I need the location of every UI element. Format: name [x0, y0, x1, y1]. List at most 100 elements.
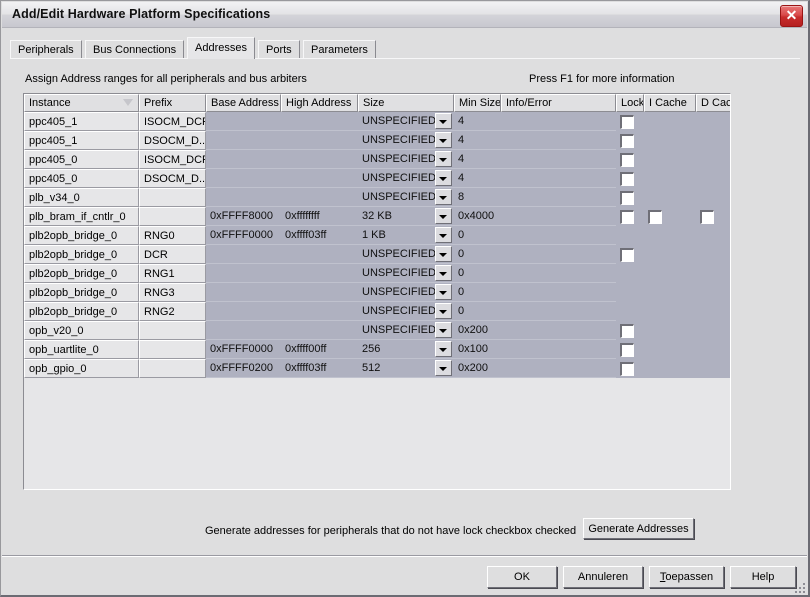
cell-instance[interactable]: plb2opb_bridge_0	[24, 226, 139, 245]
cell-high-address[interactable]	[281, 321, 358, 340]
cell-base-address[interactable]	[206, 112, 281, 131]
size-dropdown-button[interactable]	[435, 246, 452, 262]
cell-instance[interactable]: plb2opb_bridge_0	[24, 264, 139, 283]
cell-info-error[interactable]	[501, 340, 616, 359]
cell-high-address[interactable]	[281, 188, 358, 207]
cell-prefix[interactable]: DSOCM_D...	[139, 131, 206, 150]
size-dropdown-button[interactable]	[435, 170, 452, 186]
size-dropdown-button[interactable]	[435, 189, 452, 205]
column-header-instance[interactable]: Instance	[24, 94, 139, 112]
size-dropdown-button[interactable]	[435, 322, 452, 338]
column-header-d-cache[interactable]: D Cache	[696, 94, 730, 112]
column-header-prefix[interactable]: Prefix	[139, 94, 206, 112]
cell-min-size[interactable]: 0x200	[454, 359, 501, 378]
size-dropdown-button[interactable]	[435, 341, 452, 357]
size-dropdown-button[interactable]	[435, 113, 452, 129]
table-row[interactable]: ppc405_0 DSOCM_D... UNSPECIFIED 4	[24, 169, 730, 188]
cell-prefix[interactable]	[139, 207, 206, 226]
column-header-size[interactable]: Size	[358, 94, 454, 112]
cell-min-size[interactable]: 4	[454, 169, 501, 188]
cell-high-address[interactable]: 0xffffffff	[281, 207, 358, 226]
cell-min-size[interactable]: 0x100	[454, 340, 501, 359]
lock-checkbox[interactable]	[620, 210, 634, 224]
cell-info-error[interactable]	[501, 226, 616, 245]
cell-instance[interactable]: plb2opb_bridge_0	[24, 302, 139, 321]
size-dropdown-button[interactable]	[435, 208, 452, 224]
lock-checkbox[interactable]	[620, 134, 634, 148]
size-dropdown-button[interactable]	[435, 227, 452, 243]
cell-base-address[interactable]	[206, 150, 281, 169]
close-button[interactable]: ✕	[780, 5, 803, 27]
cell-min-size[interactable]: 0x4000	[454, 207, 501, 226]
cell-base-address[interactable]	[206, 188, 281, 207]
cell-base-address[interactable]	[206, 321, 281, 340]
cell-instance[interactable]: ppc405_0	[24, 150, 139, 169]
cell-base-address[interactable]	[206, 131, 281, 150]
column-header-info-error[interactable]: Info/Error	[501, 94, 616, 112]
cell-high-address[interactable]: 0xffff03ff	[281, 359, 358, 378]
cell-min-size[interactable]: 8	[454, 188, 501, 207]
column-header-i-cache[interactable]: I Cache	[644, 94, 696, 112]
cell-info-error[interactable]	[501, 150, 616, 169]
cell-info-error[interactable]	[501, 283, 616, 302]
cell-info-error[interactable]	[501, 302, 616, 321]
cell-instance[interactable]: plb2opb_bridge_0	[24, 245, 139, 264]
cell-high-address[interactable]	[281, 112, 358, 131]
table-row[interactable]: opb_uartlite_0 0xFFFF0000 0xffff00ff 256 0x1…	[24, 340, 730, 359]
table-row[interactable]: plb2opb_bridge_0 RNG0 0xFFFF0000 0xffff03ff…	[24, 226, 730, 245]
cell-info-error[interactable]	[501, 207, 616, 226]
column-header-base-address[interactable]: Base Address	[206, 94, 281, 112]
cell-prefix[interactable]: RNG3	[139, 283, 206, 302]
tab-addresses[interactable]: Addresses	[187, 37, 255, 59]
cell-high-address[interactable]	[281, 302, 358, 321]
cell-instance[interactable]: opb_uartlite_0	[24, 340, 139, 359]
cell-instance[interactable]: opb_gpio_0	[24, 359, 139, 378]
cancel-button[interactable]: Annuleren	[563, 566, 643, 588]
cell-min-size[interactable]: 0	[454, 264, 501, 283]
cell-base-address[interactable]	[206, 245, 281, 264]
cell-instance[interactable]: ppc405_1	[24, 112, 139, 131]
column-header-min-size[interactable]: Min Size	[454, 94, 501, 112]
table-row[interactable]: opb_gpio_0 0xFFFF0200 0xffff03ff 512 0x200	[24, 359, 730, 378]
cell-high-address[interactable]	[281, 264, 358, 283]
cell-prefix[interactable]: ISOCM_DCR	[139, 112, 206, 131]
tab-parameters[interactable]: Parameters	[303, 40, 376, 58]
size-dropdown-button[interactable]	[435, 132, 452, 148]
cell-min-size[interactable]: 4	[454, 131, 501, 150]
cell-prefix[interactable]: DCR	[139, 245, 206, 264]
cell-prefix[interactable]	[139, 188, 206, 207]
cell-min-size[interactable]: 0x200	[454, 321, 501, 340]
cell-high-address[interactable]: 0xffff03ff	[281, 226, 358, 245]
cell-info-error[interactable]	[501, 321, 616, 340]
lock-checkbox[interactable]	[620, 191, 634, 205]
cell-instance[interactable]: opb_v20_0	[24, 321, 139, 340]
column-header-high-address[interactable]: High Address	[281, 94, 358, 112]
resize-grip-icon[interactable]	[793, 581, 805, 593]
cell-instance[interactable]: plb_bram_if_cntlr_0	[24, 207, 139, 226]
cell-base-address[interactable]: 0xFFFF0000	[206, 340, 281, 359]
table-row[interactable]: plb2opb_bridge_0 RNG3 UNSPECIFIED 0	[24, 283, 730, 302]
cell-base-address[interactable]: 0xFFFF8000	[206, 207, 281, 226]
cell-min-size[interactable]: 0	[454, 302, 501, 321]
cell-min-size[interactable]: 4	[454, 150, 501, 169]
cell-instance[interactable]: plb_v34_0	[24, 188, 139, 207]
generate-addresses-button[interactable]: Generate Addresses	[583, 518, 694, 539]
dcache-checkbox[interactable]	[700, 210, 714, 224]
lock-checkbox[interactable]	[620, 248, 634, 262]
size-dropdown-button[interactable]	[435, 303, 452, 319]
cell-info-error[interactable]	[501, 131, 616, 150]
lock-checkbox[interactable]	[620, 324, 634, 338]
cell-instance[interactable]: plb2opb_bridge_0	[24, 283, 139, 302]
cell-min-size[interactable]: 4	[454, 112, 501, 131]
table-row[interactable]: plb2opb_bridge_0 RNG1 UNSPECIFIED 0	[24, 264, 730, 283]
cell-info-error[interactable]	[501, 359, 616, 378]
tab-bus-connections[interactable]: Bus Connections	[85, 40, 185, 58]
table-row[interactable]: ppc405_1 ISOCM_DCR UNSPECIFIED 4	[24, 112, 730, 131]
size-dropdown-button[interactable]	[435, 265, 452, 281]
lock-checkbox[interactable]	[620, 172, 634, 186]
tab-ports[interactable]: Ports	[258, 40, 300, 58]
cell-prefix[interactable]	[139, 340, 206, 359]
cell-info-error[interactable]	[501, 245, 616, 264]
cell-high-address[interactable]	[281, 245, 358, 264]
cell-base-address[interactable]: 0xFFFF0200	[206, 359, 281, 378]
